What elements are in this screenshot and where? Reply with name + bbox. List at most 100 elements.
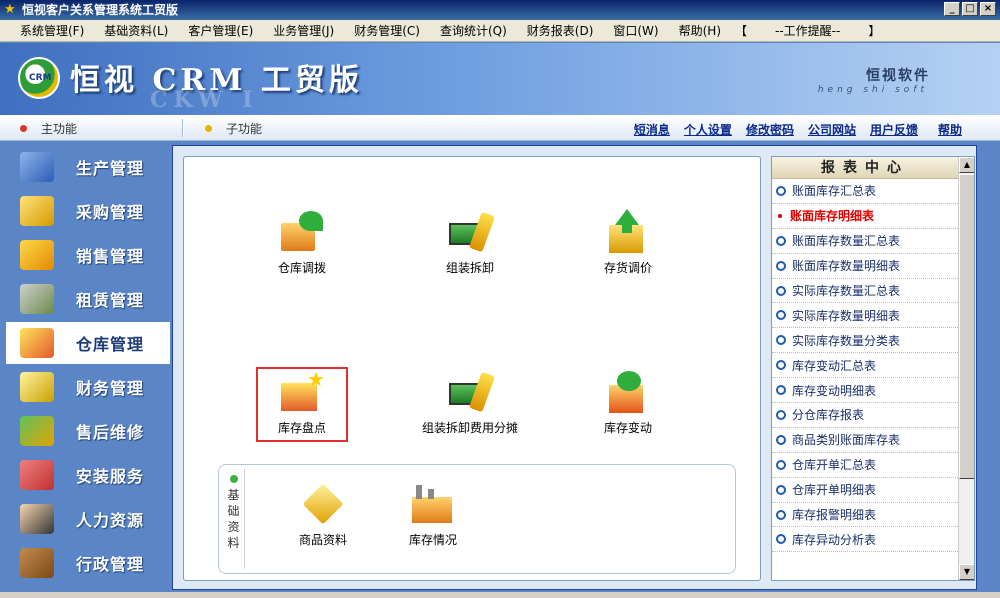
report-item[interactable]: 仓库开单明细表 xyxy=(772,478,958,503)
sales-icon xyxy=(20,240,54,270)
app-star-icon: ★ xyxy=(4,2,16,17)
red-dot-icon xyxy=(20,125,27,132)
basic-data-panel: 基 础 资 料 商品资料 库存情况 xyxy=(218,464,736,574)
wrench-chip-icon xyxy=(445,369,496,415)
sidebar-item-hr[interactable]: 人力资源 xyxy=(6,498,170,540)
link-user-feedback[interactable]: 用户反馈 xyxy=(870,121,918,138)
bullet-icon xyxy=(776,509,786,520)
bullet-icon xyxy=(776,310,786,321)
report-item[interactable]: 账面库存汇总表 xyxy=(772,179,958,204)
window-controls: _ □ × xyxy=(944,2,996,16)
report-item[interactable]: 库存变动明细表 xyxy=(772,378,958,404)
module-product-data[interactable]: 商品资料 xyxy=(263,481,383,561)
reminder-bracket-close: 】 xyxy=(868,23,881,38)
report-center: 报表中心 账面库存汇总表 账面库存明细表 账面库存数量汇总表 账面库存数量明细表… xyxy=(771,156,975,581)
module-workspace: 仓库调拨 组装拆卸 存货调价 ★ 库存盘点 组装拆卸费用分摊 库存变动 基 础 … xyxy=(183,156,761,581)
minimize-button[interactable]: _ xyxy=(944,2,960,16)
report-item[interactable]: 账面库存数量汇总表 xyxy=(772,229,958,254)
report-item[interactable]: 商品类别账面库存表 xyxy=(772,428,958,453)
menu-window[interactable]: 窗口(W) xyxy=(603,20,668,42)
company-pinyin: heng shi soft xyxy=(817,85,928,95)
bullet-icon xyxy=(776,235,786,246)
green-dot-icon xyxy=(229,475,238,483)
scroll-down-arrow-icon[interactable]: ▼ xyxy=(959,564,974,580)
bullet-icon xyxy=(776,484,786,495)
link-messages[interactable]: 短消息 xyxy=(634,121,670,138)
sidebar-item-leasing[interactable]: 租赁管理 xyxy=(6,278,170,320)
reminder-bracket-open: 【 xyxy=(735,23,748,38)
module-warehouse-transfer[interactable]: 仓库调拨 xyxy=(242,209,362,289)
title-bar: ★ 恒视客户关系管理系统工贸版 _ □ × xyxy=(0,0,1000,20)
banner: CRM 恒视 CRM 工贸版 CKW I 恒视软件 heng shi soft xyxy=(0,43,1000,115)
report-item[interactable]: 库存异动分析表 xyxy=(772,527,958,553)
sidebar-item-installation[interactable]: 安装服务 xyxy=(6,454,170,496)
cube-icon xyxy=(298,481,348,527)
link-personal-settings[interactable]: 个人设置 xyxy=(684,121,732,138)
sidebar-item-production[interactable]: 生产管理 xyxy=(6,146,170,188)
scroll-thumb[interactable] xyxy=(959,174,974,479)
hr-icon xyxy=(20,504,54,534)
link-help[interactable]: 帮助 xyxy=(938,121,962,138)
report-scrollbar[interactable]: ▲ ▼ xyxy=(958,157,974,580)
administration-icon xyxy=(20,548,54,578)
sidebar-item-sales[interactable]: 销售管理 xyxy=(6,234,170,276)
bullet-icon xyxy=(776,335,786,346)
tab-sub-functions[interactable]: 子功能 xyxy=(205,120,262,137)
purchasing-icon xyxy=(20,196,54,226)
bullet-icon xyxy=(776,534,786,545)
bullet-icon xyxy=(776,185,786,196)
menu-system[interactable]: 系统管理(F) xyxy=(10,20,94,42)
maximize-button[interactable]: □ xyxy=(962,2,978,16)
nav-divider xyxy=(182,119,184,137)
report-item[interactable]: 库存报警明细表 xyxy=(772,503,958,528)
report-item[interactable]: 仓库开单汇总表 xyxy=(772,453,958,478)
report-item[interactable]: 实际库存数量汇总表 xyxy=(772,279,958,304)
crm-logo-icon: CRM xyxy=(18,57,60,99)
report-item[interactable]: 分仓库存报表 xyxy=(772,403,958,428)
company-name: 恒视软件 xyxy=(866,68,930,84)
bottom-strip xyxy=(0,592,1000,598)
report-item[interactable]: 库存变动汇总表 xyxy=(772,353,958,379)
sidebar-item-purchasing[interactable]: 采购管理 xyxy=(6,190,170,232)
sidebar-item-finance[interactable]: 财务管理 xyxy=(6,366,170,408)
menu-finance[interactable]: 财务管理(C) xyxy=(344,20,430,42)
finance-icon xyxy=(20,372,54,402)
module-assembly-cost-allocation[interactable]: 组装拆卸费用分摊 xyxy=(410,369,530,449)
scroll-up-arrow-icon[interactable]: ▲ xyxy=(959,157,974,173)
report-item[interactable]: 实际库存数量分类表 xyxy=(772,328,958,354)
report-item[interactable]: 实际库存数量明细表 xyxy=(772,303,958,329)
top-links: 短消息 个人设置 修改密码 公司网站 用户反馈 帮助 xyxy=(634,121,962,138)
module-inventory-changes[interactable]: 库存变动 xyxy=(568,369,688,449)
wrench-chip-icon xyxy=(445,209,496,255)
menu-financial-reports[interactable]: 财务报表(D) xyxy=(517,20,604,42)
tab-main-functions[interactable]: 主功能 xyxy=(20,120,77,137)
report-item-current[interactable]: 账面库存明细表 xyxy=(772,204,958,229)
sidebar-item-administration[interactable]: 行政管理 xyxy=(6,542,170,584)
menu-basic-data[interactable]: 基础资料(L) xyxy=(94,20,178,42)
menu-help[interactable]: 帮助(H) xyxy=(669,20,731,42)
sidebar-item-after-sales[interactable]: 售后维修 xyxy=(6,410,170,452)
menu-customer[interactable]: 客户管理(E) xyxy=(178,20,263,42)
link-change-password[interactable]: 修改密码 xyxy=(746,121,794,138)
module-assembly-disassembly[interactable]: 组装拆卸 xyxy=(410,209,530,289)
sidebar-item-warehouse[interactable]: 仓库管理 xyxy=(6,322,170,364)
report-item[interactable]: 账面库存数量明细表 xyxy=(772,254,958,279)
work-reminder[interactable]: --工作提醒-- xyxy=(751,20,864,42)
link-company-website[interactable]: 公司网站 xyxy=(808,121,856,138)
window-title: 恒视客户关系管理系统工贸版 xyxy=(22,3,179,17)
box-refresh-icon xyxy=(603,369,653,415)
basic-data-tab[interactable]: 基 础 资 料 xyxy=(223,469,245,569)
module-stock-status[interactable]: 库存情况 xyxy=(373,481,493,561)
module-inventory-price-adjust[interactable]: 存货调价 xyxy=(568,209,688,289)
bullet-icon xyxy=(776,385,786,396)
menu-bar: 系统管理(F) 基础资料(L) 客户管理(E) 业务管理(J) 财务管理(C) … xyxy=(0,20,1000,42)
menu-business[interactable]: 业务管理(J) xyxy=(263,20,344,42)
close-button[interactable]: × xyxy=(980,2,996,16)
sidebar: 生产管理 采购管理 销售管理 租赁管理 仓库管理 财务管理 售后维修 安装服务 … xyxy=(0,142,170,598)
nav-strip: 主功能 子功能 短消息 个人设置 修改密码 公司网站 用户反馈 帮助 xyxy=(0,115,1000,141)
factory-transfer-icon xyxy=(277,209,327,255)
bullet-icon xyxy=(776,260,786,271)
bullet-icon xyxy=(778,213,782,218)
installation-icon xyxy=(20,460,54,490)
menu-query[interactable]: 查询统计(Q) xyxy=(430,20,517,42)
